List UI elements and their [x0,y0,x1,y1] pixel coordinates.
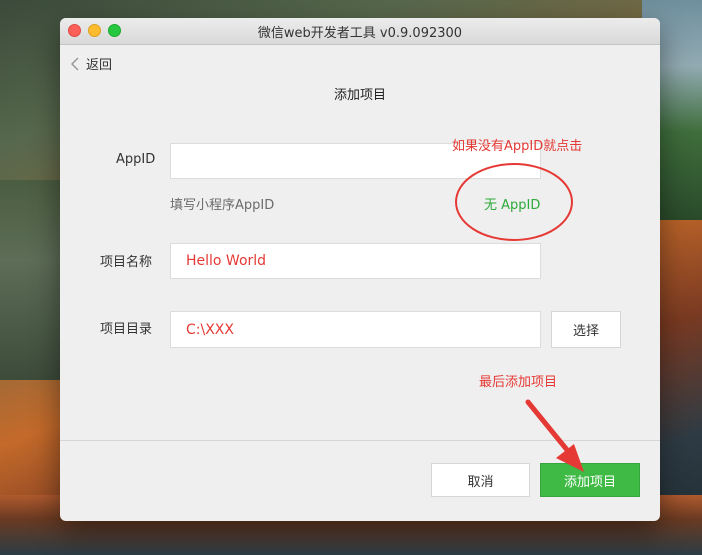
page-title: 添加项目 [333,88,386,103]
chevron-left-icon [70,56,79,71]
desktop-background-rocks [0,180,60,380]
appid-label: AppID [116,152,156,167]
titlebar: 微信web开发者工具 v0.9.092300 [60,18,660,45]
window-controls [68,24,121,37]
close-window-button[interactable] [68,24,81,37]
appid-hint: 填写小程序AppID [170,198,275,213]
back-label: 返回 [86,58,113,73]
app-window: 微信web开发者工具 v0.9.092300 返回 添加项目 AppID 填写小… [60,18,660,521]
project-name-label: 项目名称 [100,255,153,270]
project-dir-input[interactable]: C:\XXX [170,311,541,348]
no-appid-link[interactable]: 无 AppID [484,194,540,213]
back-button[interactable]: 返回 [70,54,112,73]
add-project-button[interactable]: 添加项目 [540,463,640,497]
footer-divider [60,440,660,441]
cancel-button[interactable]: 取消 [431,463,530,497]
window-title: 微信web开发者工具 v0.9.092300 [257,25,463,41]
project-dir-label: 项目目录 [100,322,153,337]
choose-directory-button[interactable]: 选择 [551,311,621,348]
minimize-window-button[interactable] [88,24,101,37]
zoom-window-button[interactable] [108,24,121,37]
annotation-final-tip: 最后添加项目 [479,375,558,390]
annotation-no-appid-tip: 如果没有AppID就点击 [452,139,583,154]
project-name-input[interactable]: Hello World [170,243,541,279]
